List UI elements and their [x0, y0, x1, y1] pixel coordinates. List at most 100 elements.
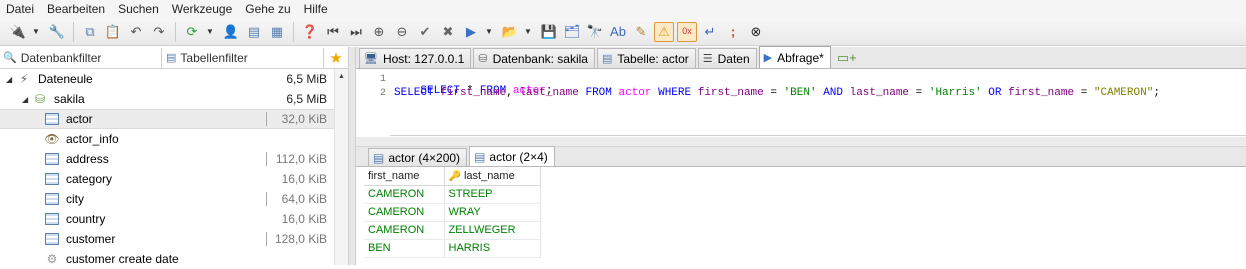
- tree-item-customer-create-date[interactable]: ⚙ customer create date: [0, 249, 334, 269]
- scroll-up-icon[interactable]: ▲: [335, 73, 348, 80]
- table-icon: [44, 232, 60, 246]
- apply-icon[interactable]: ✔: [415, 22, 435, 42]
- prev-icon[interactable]: ⏭: [346, 22, 366, 42]
- tree-item-city[interactable]: city 64,0 KiB: [0, 189, 334, 209]
- result-tab-2[interactable]: ▤ actor (2×4): [469, 146, 555, 166]
- result-tab-1[interactable]: ▤ actor (4×200): [368, 148, 468, 166]
- tree-item-dateneule[interactable]: ◢ ⚡ Dateneule 6,5 MiB: [0, 69, 334, 89]
- export-icon[interactable]: ▦: [267, 22, 287, 42]
- cancel-icon[interactable]: ✖: [438, 22, 458, 42]
- key-icon: 🔑: [448, 170, 461, 182]
- stop-icon[interactable]: ⊗: [746, 22, 766, 42]
- first-icon[interactable]: ⏮: [323, 22, 343, 42]
- copy-icon[interactable]: ⧉: [80, 22, 100, 42]
- data-icon: ☰: [702, 53, 713, 65]
- sql-editor[interactable]: 1 2 SELECT * FROM actor; SELECT first_na…: [356, 70, 1246, 136]
- save-icon[interactable]: 💾: [539, 22, 559, 42]
- menu-werkzeuge[interactable]: Werkzeuge: [172, 2, 239, 16]
- tab-data[interactable]: ☰ Daten: [697, 48, 757, 68]
- chevron-down-icon[interactable]: ▼: [31, 22, 41, 42]
- redo-icon[interactable]: ↷: [149, 22, 169, 42]
- trigger-icon: ⚙: [46, 252, 58, 266]
- tree-item-actor[interactable]: actor 32,0 KiB: [0, 109, 334, 129]
- tree-item-customer[interactable]: customer 128,0 KiB: [0, 229, 334, 249]
- binoculars-icon[interactable]: 🔭: [585, 22, 605, 42]
- table-cell[interactable]: ZELLWEGER: [444, 221, 541, 240]
- table-icon: [44, 152, 60, 166]
- table-cell[interactable]: CAMERON: [364, 185, 445, 204]
- wrap-icon[interactable]: ↵: [700, 22, 720, 42]
- menu-datei[interactable]: Datei: [6, 2, 41, 16]
- table-row[interactable]: CAMERON ZELLWEGER: [364, 221, 541, 240]
- header-row: first_name 🔑 last_name: [364, 167, 541, 186]
- table-cell[interactable]: CAMERON: [364, 221, 445, 240]
- table-icon: [44, 172, 60, 186]
- save-all-icon[interactable]: 🗂: [562, 22, 582, 42]
- panel-splitter[interactable]: [348, 47, 356, 265]
- wrench-icon[interactable]: 🔧: [47, 22, 67, 42]
- tree-item-label: category: [66, 172, 113, 186]
- result-table: first_name 🔑 last_name CAMERON STREEP CAM…: [364, 167, 541, 258]
- tab-host[interactable]: 🖥 Host: 127.0.0.1: [359, 48, 472, 68]
- table-filter-placeholder: Tabellenfilter: [180, 50, 248, 65]
- table-cell[interactable]: HARRIS: [444, 239, 541, 258]
- explain-icon[interactable]: 📂: [500, 22, 520, 42]
- tree-item-address[interactable]: address 112,0 KiB: [0, 149, 334, 169]
- tab-database[interactable]: ⛁ Datenbank: sakila: [473, 48, 595, 68]
- tab-table[interactable]: ▤ Tabelle: actor: [596, 48, 696, 68]
- tree-scrollbar[interactable]: ▲: [334, 69, 348, 265]
- divider: [266, 232, 267, 246]
- menu-hilfe[interactable]: Hilfe: [304, 2, 335, 16]
- tree-item-country[interactable]: country 16,0 KiB: [0, 209, 334, 229]
- expand-arrow-icon[interactable]: ◢: [22, 95, 32, 104]
- import-icon[interactable]: ▤: [244, 22, 264, 42]
- result-grid[interactable]: first_name 🔑 last_name CAMERON STREEP CAM…: [356, 167, 1246, 265]
- table-cell[interactable]: STREEP: [444, 185, 541, 204]
- add-row-icon[interactable]: ⊕: [369, 22, 389, 42]
- tree-item-category[interactable]: category 16,0 KiB: [0, 169, 334, 189]
- chevron-down-icon[interactable]: ▼: [523, 22, 533, 42]
- delete-row-icon[interactable]: ⊖: [392, 22, 412, 42]
- menu-gehe-zu[interactable]: Gehe zu: [245, 2, 297, 16]
- format-icon[interactable]: Ab: [608, 22, 628, 42]
- tree-item-actor-info[interactable]: 👁 actor_info: [0, 129, 334, 149]
- undo-icon[interactable]: ↶: [126, 22, 146, 42]
- table-cell[interactable]: BEN: [364, 239, 445, 258]
- tree-item-size: 16,0 KiB: [281, 212, 327, 226]
- run-icon[interactable]: ▶: [461, 22, 481, 42]
- help-icon[interactable]: ❓: [300, 22, 320, 42]
- tree-item-size: 112,0 KiB: [275, 152, 327, 166]
- filter-bar: 🔍 Datenbankfilter ▤ Tabellenfilter ★: [0, 47, 352, 69]
- warning-icon[interactable]: ⚠: [654, 21, 674, 42]
- database-filter-input[interactable]: 🔍 Datenbankfilter: [0, 47, 162, 68]
- chevron-down-icon[interactable]: ▼: [484, 22, 494, 42]
- table-cell[interactable]: WRAY: [444, 203, 541, 222]
- column-header[interactable]: first_name: [364, 167, 445, 186]
- menu-suchen[interactable]: Suchen: [118, 2, 166, 16]
- zero-x-icon[interactable]: 0x: [677, 21, 697, 42]
- semicolon-icon[interactable]: ;: [723, 22, 743, 42]
- table-cell[interactable]: CAMERON: [364, 203, 445, 222]
- table-row[interactable]: CAMERON WRAY: [364, 203, 541, 222]
- new-query-tab-button[interactable]: ▭+: [833, 48, 863, 68]
- table-icon: ▤: [373, 150, 385, 165]
- table-filter-input[interactable]: ▤ Tabellenfilter: [162, 47, 324, 68]
- column-header[interactable]: 🔑 last_name: [444, 167, 541, 186]
- table-row[interactable]: BEN HARRIS: [364, 239, 541, 258]
- edit-icon[interactable]: ✎: [631, 22, 651, 42]
- tree-item-sakila[interactable]: ◢ ⛁ sakila 6,5 MiB: [0, 89, 334, 109]
- expand-arrow-icon[interactable]: ◢: [6, 75, 16, 84]
- add-user-icon[interactable]: 👤: [221, 22, 241, 42]
- menu-bearbeiten[interactable]: Bearbeiten: [47, 2, 112, 16]
- refresh-icon[interactable]: ⟳: [182, 22, 202, 42]
- favorites-star-icon[interactable]: ★: [324, 47, 348, 69]
- table-icon: ▤: [166, 52, 177, 64]
- search-icon: 🔍: [3, 52, 17, 64]
- table-row[interactable]: CAMERON STREEP: [364, 185, 541, 204]
- chevron-down-icon[interactable]: ▼: [205, 22, 215, 42]
- tab-query[interactable]: ▶ Abfrage*: [758, 46, 831, 68]
- session-manager-icon[interactable]: 🔌: [8, 22, 28, 42]
- result-tab-label: actor (4×200): [388, 150, 461, 165]
- line-number: 1: [379, 74, 386, 85]
- paste-icon[interactable]: 📋: [103, 22, 123, 42]
